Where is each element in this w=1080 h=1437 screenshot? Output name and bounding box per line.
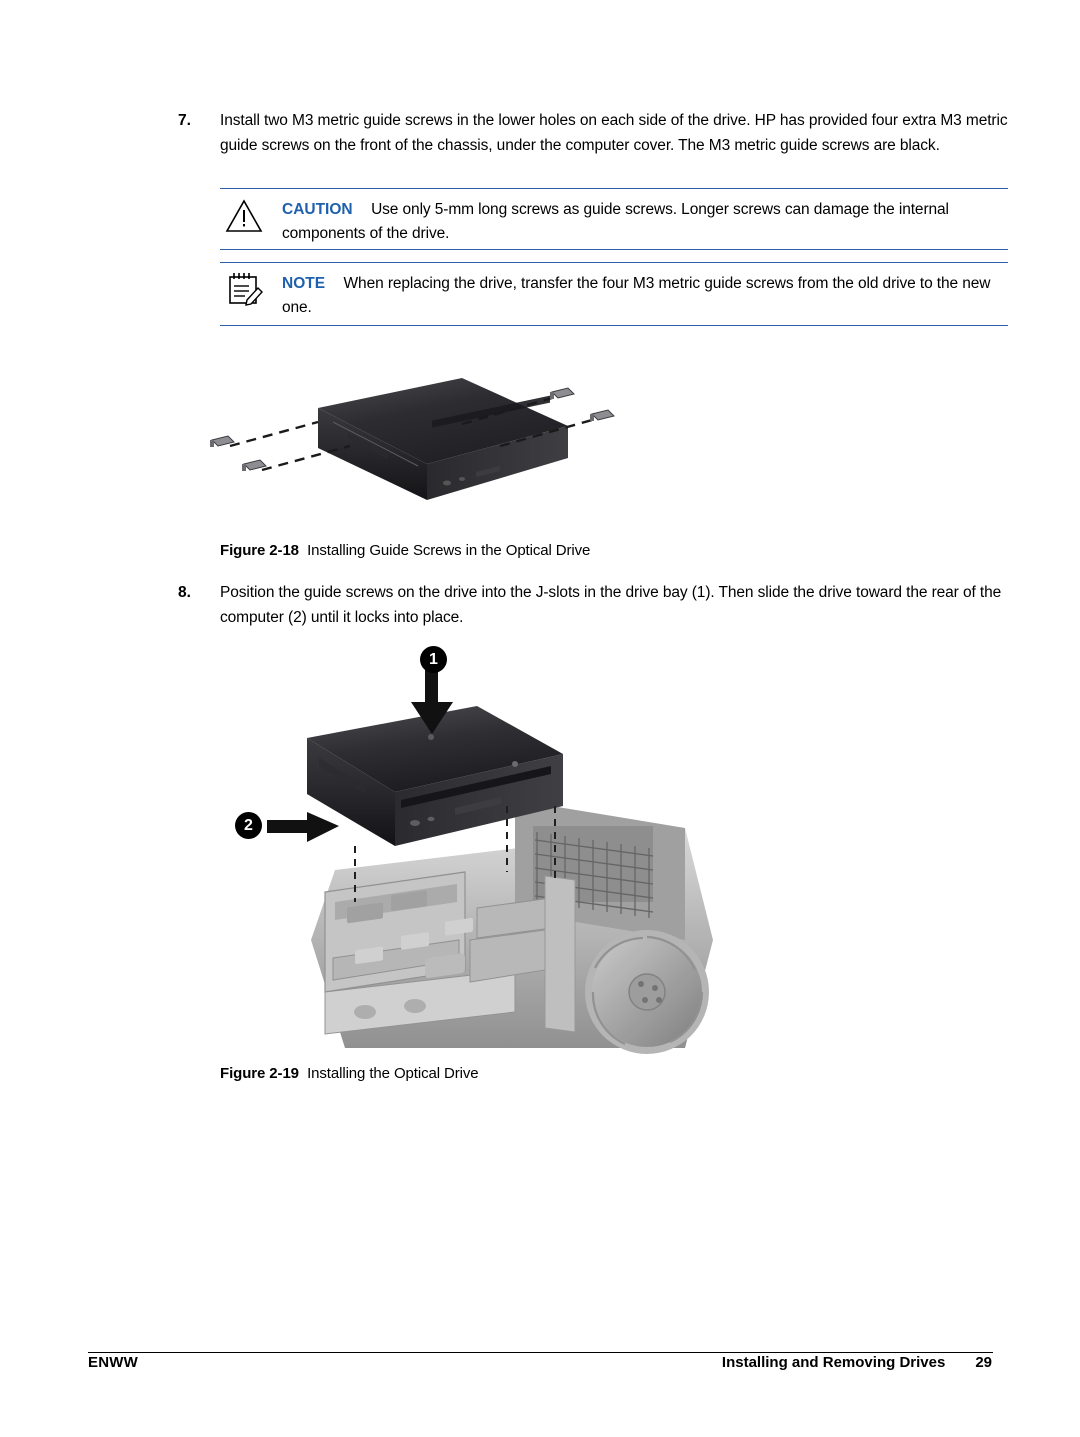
footer-section-title: Installing and Removing Drives: [721, 1354, 946, 1371]
callout-1: 1: [420, 646, 447, 673]
step-text: Install two M3 metric guide screws in th…: [220, 112, 1008, 154]
page-number: 29: [975, 1354, 992, 1371]
figure-title: Installing Guide Screws in the Optical D…: [307, 542, 591, 559]
warning-triangle-icon: [223, 195, 265, 235]
figure-2-19-caption: Figure 2-19 Installing the Optical Drive: [220, 1065, 479, 1082]
footer-right-block: Installing and Removing Drives 29: [722, 1354, 992, 1371]
note-text: When replacing the drive, transfer the f…: [282, 275, 991, 316]
footer-left-text: ENWW: [88, 1354, 138, 1371]
step-number: 7.: [178, 112, 191, 129]
arrow-right-2: [267, 812, 339, 842]
note-admonition: NOTE When replacing the drive, transfer …: [220, 262, 1008, 326]
figure-2-18-caption: Figure 2-18 Installing Guide Screws in t…: [220, 542, 590, 559]
note-pad-icon: [223, 269, 265, 309]
step-number: 8.: [178, 584, 191, 601]
callout-2: 2: [235, 812, 262, 839]
figure-number: Figure 2-18: [220, 542, 299, 559]
footer-divider: [88, 1352, 993, 1353]
step-item-7: 7. Install two M3 metric guide screws in…: [178, 108, 1008, 158]
caution-text: Use only 5-mm long screws as guide screw…: [282, 201, 949, 242]
figure-number: Figure 2-19: [220, 1065, 299, 1082]
step-item-8: 8. Position the guide screws on the driv…: [178, 580, 1008, 630]
step-text: Position the guide screws on the drive i…: [220, 584, 1002, 626]
document-page: 7. Install two M3 metric guide screws in…: [0, 0, 1080, 1437]
caution-admonition: CAUTION Use only 5-mm long screws as gui…: [220, 188, 1008, 250]
note-label: NOTE: [282, 275, 326, 292]
figure-2-18-illustration: [200, 360, 740, 535]
figure-title: Installing the Optical Drive: [307, 1065, 479, 1082]
figure-2-19-illustration: 1 2: [215, 640, 735, 1060]
caution-label: CAUTION: [282, 201, 353, 218]
